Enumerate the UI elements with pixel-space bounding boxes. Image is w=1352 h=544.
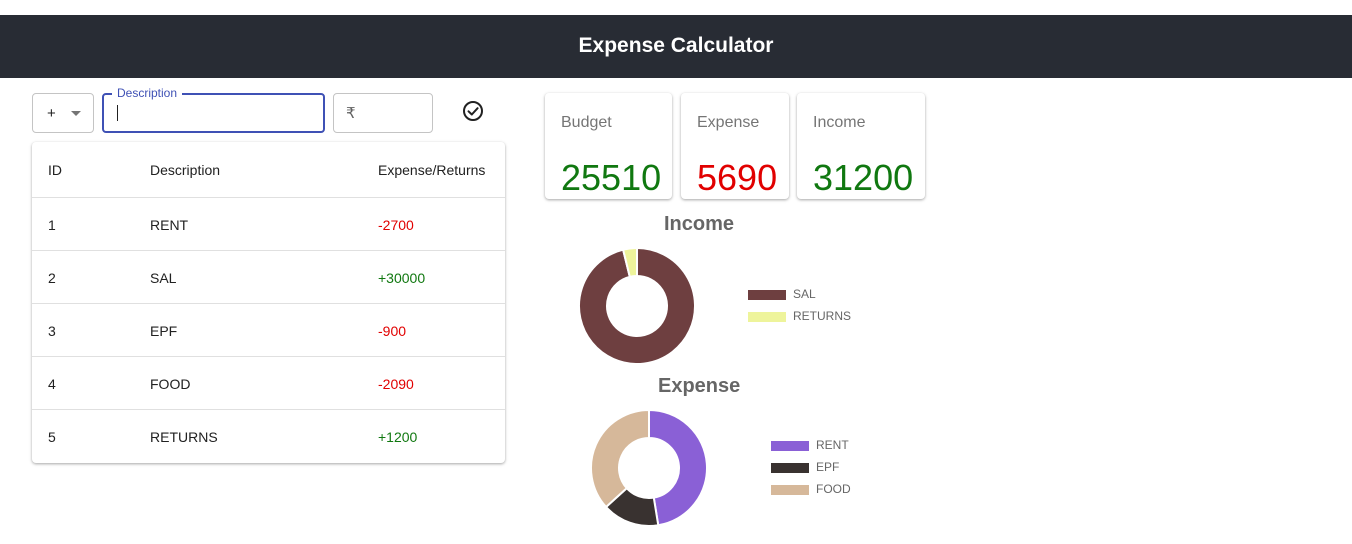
rupee-icon: ₹ (346, 104, 356, 122)
table-row[interactable]: 3 EPF -900 (32, 304, 505, 357)
transactions-table: ID Description Expense/Returns 1 RENT -2… (32, 142, 505, 463)
row-description: FOOD (150, 376, 191, 392)
row-description: EPF (150, 323, 178, 339)
description-input[interactable] (114, 104, 314, 124)
row-id: 2 (48, 270, 56, 286)
income-label: Income (813, 114, 866, 131)
legend-label: SAL (793, 287, 816, 301)
app-header: Expense Calculator (0, 15, 1352, 78)
row-amount: -2700 (378, 217, 414, 233)
row-amount: -2090 (378, 376, 414, 392)
app-title: Expense Calculator (578, 34, 774, 57)
legend-swatch (771, 485, 809, 495)
row-amount: +1200 (378, 429, 418, 445)
row-amount: +30000 (378, 270, 426, 286)
table-header-row: ID Description Expense/Returns (32, 142, 505, 198)
slice-food[interactable] (590, 408, 650, 509)
legend-label: EPF (816, 460, 840, 474)
income-value: 31200 (813, 157, 914, 198)
row-id: 3 (48, 323, 56, 339)
row-amount: -900 (378, 323, 407, 339)
type-select[interactable]: + (32, 93, 94, 133)
table-row[interactable]: 4 FOOD -2090 (32, 357, 505, 410)
row-id: 4 (48, 376, 56, 392)
income-card: Income 31200 (797, 93, 925, 199)
amount-field[interactable]: ₹ (333, 93, 433, 133)
row-id: 1 (48, 217, 56, 233)
row-description: RETURNS (150, 429, 218, 445)
expense-card: Expense 5690 (681, 93, 789, 199)
legend-label: RETURNS (793, 309, 852, 323)
table-row[interactable]: 1 RENT -2700 (32, 198, 505, 251)
check-mark-icon (467, 107, 479, 116)
budget-card: Budget 25510 (545, 93, 672, 199)
submit-check-button[interactable] (461, 99, 485, 123)
amount-input[interactable] (364, 103, 426, 123)
expense-chart-title: Expense (658, 375, 741, 397)
row-description: RENT (150, 217, 189, 233)
budget-label: Budget (561, 114, 612, 131)
legend-swatch (771, 441, 809, 451)
text-cursor (117, 105, 118, 121)
column-header-id: ID (48, 162, 62, 178)
column-header-amount: Expense/Returns (378, 162, 486, 178)
row-id: 5 (48, 429, 56, 445)
slice-rent[interactable] (648, 408, 708, 527)
column-header-description: Description (150, 162, 221, 178)
income-donut-chart (578, 246, 696, 365)
income-chart-title: Income (664, 213, 735, 235)
expense-donut-chart (590, 408, 708, 527)
check-circle-icon (463, 101, 483, 121)
description-field[interactable]: Description (102, 86, 325, 133)
legend-label: FOOD (816, 482, 851, 496)
row-description: SAL (150, 270, 177, 286)
budget-value: 25510 (561, 157, 662, 198)
type-select-value: + (47, 105, 56, 122)
table-row[interactable]: 2 SAL +30000 (32, 251, 505, 304)
legend-swatch (771, 463, 809, 473)
expense-value: 5690 (697, 157, 778, 198)
expense-label: Expense (697, 114, 760, 131)
description-label: Description (112, 86, 183, 100)
legend-label: RENT (816, 438, 849, 452)
chevron-down-icon (71, 111, 81, 116)
table-row[interactable]: 5 RETURNS +1200 (32, 410, 505, 463)
legend-swatch (748, 290, 786, 300)
legend-swatch (748, 312, 786, 322)
